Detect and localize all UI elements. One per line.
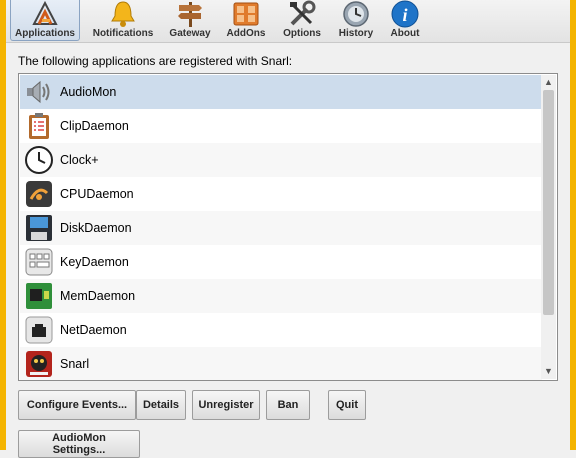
bell-icon [111, 1, 135, 27]
tools-icon [290, 0, 316, 26]
tab-gateway[interactable]: Gateway [164, 0, 216, 41]
cpu-icon [26, 181, 52, 207]
toolbar: Applications Notifications Gateway AddOn… [6, 0, 570, 43]
list-item-diskdaemon[interactable]: DiskDaemon [20, 211, 542, 245]
list-item-keydaemon[interactable]: KeyDaemon [20, 245, 542, 279]
vertical-scrollbar[interactable]: ▲ ▼ [541, 75, 556, 379]
app-name: Snarl [60, 357, 90, 371]
history-icon [343, 1, 369, 27]
list-item-clipdaemon[interactable]: ClipDaemon [20, 109, 542, 143]
applications-icon [32, 0, 58, 25]
list-item-audiomon[interactable]: AudioMon [20, 75, 542, 109]
clock-icon [25, 146, 53, 174]
tab-label: Notifications [92, 28, 154, 39]
tab-about[interactable]: i About [382, 0, 428, 41]
list-item-cpudaemon[interactable]: CPUDaemon [20, 177, 542, 211]
app-settings-button[interactable]: AudioMon Settings... [18, 430, 140, 458]
app-name: ClipDaemon [60, 119, 129, 133]
tab-label: Applications [14, 28, 75, 39]
signpost-icon [178, 2, 202, 27]
scroll-down-arrow-icon[interactable]: ▼ [541, 364, 556, 379]
app-name: CPUDaemon [60, 187, 134, 201]
intro-text: The following applications are registere… [18, 54, 293, 68]
app-name: NetDaemon [60, 323, 127, 337]
tab-label: Gateway [169, 28, 211, 39]
list-item-clock[interactable]: Clock+ [20, 143, 542, 177]
tab-label: About [390, 28, 420, 39]
app-name: AudioMon [60, 85, 117, 99]
tab-notifications[interactable]: Notifications [86, 0, 160, 41]
app-name: KeyDaemon [60, 255, 129, 269]
tab-history[interactable]: History [334, 0, 378, 41]
tab-label: Options [283, 28, 321, 39]
application-list[interactable]: AudioMon ClipDaemon Clock+ CPUDaemon Dis… [18, 73, 558, 381]
scroll-up-arrow-icon[interactable]: ▲ [541, 75, 556, 90]
info-icon: i [391, 0, 419, 28]
tab-addons[interactable]: AddOns [222, 0, 270, 41]
app-name: DiskDaemon [60, 221, 132, 235]
ban-button[interactable]: Ban [266, 390, 310, 420]
list-item-snarl[interactable]: Snarl [20, 347, 542, 380]
quit-button[interactable]: Quit [328, 390, 366, 420]
list-item-memdaemon[interactable]: MemDaemon [20, 279, 542, 313]
window-border-right [570, 0, 576, 450]
tab-applications[interactable]: Applications [10, 0, 80, 41]
clipboard-icon [29, 113, 49, 139]
app-name: MemDaemon [60, 289, 136, 303]
speaker-icon [27, 80, 50, 104]
disk-icon [26, 215, 52, 241]
app-name: Clock+ [60, 153, 99, 167]
memory-icon [26, 283, 52, 309]
tab-label: History [338, 28, 374, 39]
list-item-netdaemon[interactable]: NetDaemon [20, 313, 542, 347]
snarl-icon [26, 351, 52, 377]
network-icon [25, 316, 53, 344]
svg-text:i: i [402, 5, 407, 25]
unregister-button[interactable]: Unregister [192, 390, 260, 420]
scroll-thumb[interactable] [543, 90, 554, 315]
tab-options[interactable]: Options [276, 0, 328, 41]
snarl-preferences-panel: Applications Notifications Gateway AddOn… [6, 0, 570, 458]
tab-label: AddOns [226, 28, 266, 39]
addons-icon [233, 2, 259, 26]
configure-events-button[interactable]: Configure Events... [18, 390, 136, 420]
details-button[interactable]: Details [136, 390, 186, 420]
keyboard-icon [25, 248, 53, 276]
